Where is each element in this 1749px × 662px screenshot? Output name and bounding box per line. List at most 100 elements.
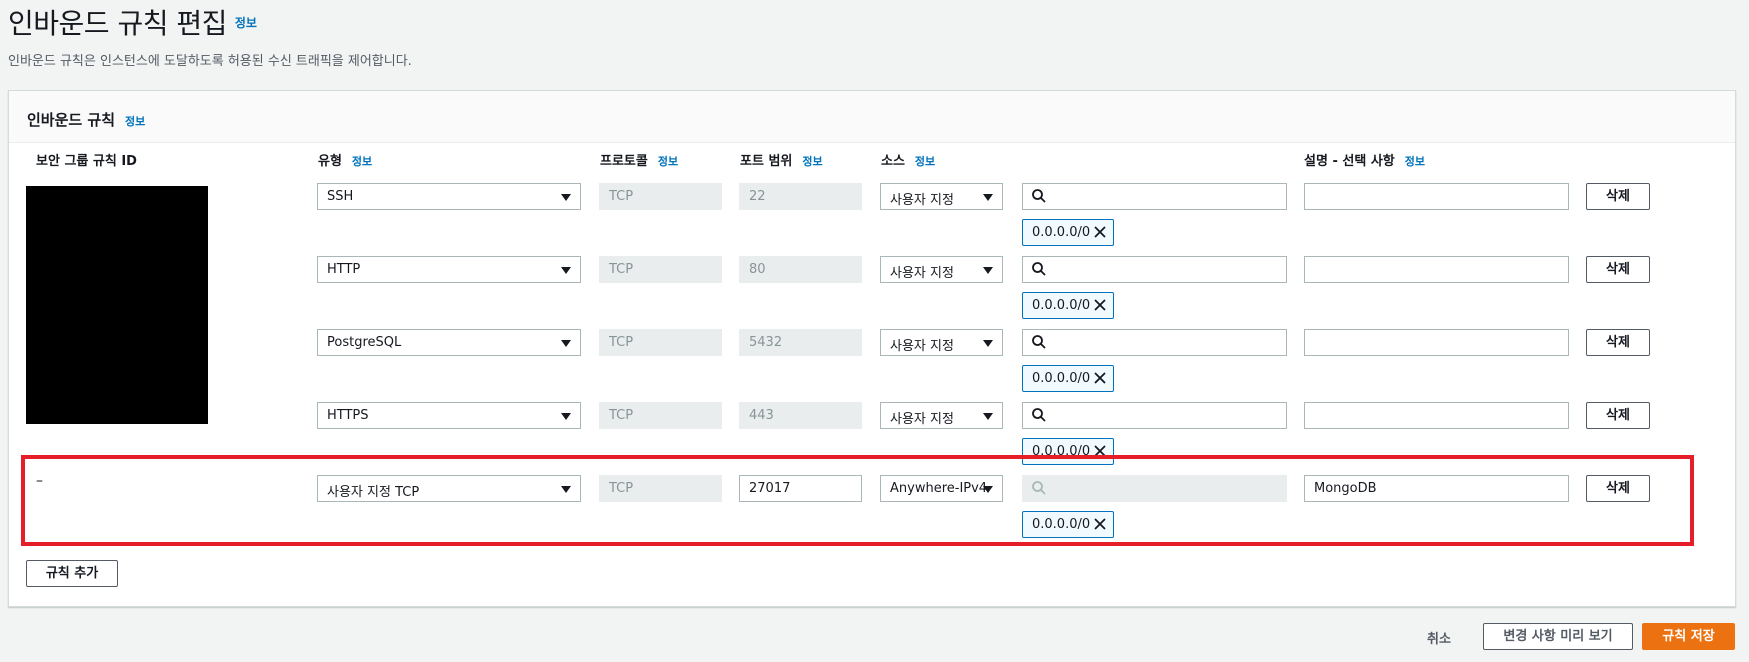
source-search-input[interactable] — [1022, 402, 1287, 429]
close-icon[interactable] — [1093, 517, 1107, 531]
port-range-input[interactable]: 27017 — [739, 475, 862, 502]
column-header-label: 프로토콜 — [600, 154, 648, 169]
caret-down-icon — [561, 340, 571, 347]
source-info-link[interactable]: 정보 — [915, 155, 935, 168]
caret-down-icon — [983, 340, 993, 347]
type-value: PostgreSQL — [327, 335, 402, 350]
save-rules-button[interactable]: 규칙 저장 — [1642, 623, 1735, 650]
caret-down-icon — [561, 194, 571, 201]
search-icon — [1032, 335, 1046, 349]
rule-row: HTTP TCP 80 사용자 지정 삭제 0.0.0.0/0 — [9, 256, 1735, 329]
cidr-token[interactable]: 0.0.0.0/0 — [1022, 292, 1114, 319]
protocol-field: TCP — [599, 475, 722, 502]
search-icon — [1032, 408, 1046, 422]
panel-title: 인바운드 규칙 정보 — [27, 109, 145, 130]
source-search-input[interactable] — [1022, 256, 1287, 283]
column-header-source: 소스 정보 — [881, 150, 935, 169]
caret-down-icon — [983, 413, 993, 420]
delete-button[interactable]: 삭제 — [1586, 256, 1650, 283]
source-type-select[interactable]: 사용자 지정 — [880, 183, 1003, 210]
source-type-value: 사용자 지정 — [890, 193, 954, 208]
search-icon — [1032, 481, 1046, 495]
caret-down-icon — [561, 413, 571, 420]
type-select[interactable]: SSH — [317, 183, 581, 210]
delete-button[interactable]: 삭제 — [1586, 329, 1650, 356]
source-type-select[interactable]: 사용자 지정 — [880, 256, 1003, 283]
column-header-label: 소스 — [881, 154, 905, 169]
source-type-value: 사용자 지정 — [890, 266, 954, 281]
delete-button[interactable]: 삭제 — [1586, 475, 1650, 502]
source-type-value: Anywhere-IPv4 — [890, 481, 988, 496]
type-select[interactable]: PostgreSQL — [317, 329, 581, 356]
protocol-field: TCP — [599, 183, 722, 210]
source-type-select[interactable]: 사용자 지정 — [880, 402, 1003, 429]
protocol-field: TCP — [599, 402, 722, 429]
caret-down-icon — [561, 267, 571, 274]
caret-down-icon — [983, 194, 993, 201]
delete-button[interactable]: 삭제 — [1586, 183, 1650, 210]
source-search-input[interactable] — [1022, 329, 1287, 356]
cancel-button[interactable]: 취소 — [1427, 628, 1451, 647]
caret-down-icon — [983, 486, 993, 493]
type-select[interactable]: HTTP — [317, 256, 581, 283]
description-input[interactable] — [1304, 402, 1569, 429]
type-select[interactable]: HTTPS — [317, 402, 581, 429]
cidr-value: 0.0.0.0/0 — [1032, 517, 1091, 532]
panel-header: 인바운드 규칙 정보 — [9, 91, 1735, 143]
caret-down-icon — [561, 486, 571, 493]
type-value: HTTP — [327, 262, 361, 277]
close-icon[interactable] — [1093, 444, 1107, 458]
cidr-token[interactable]: 0.0.0.0/0 — [1022, 365, 1114, 392]
column-header-type: 유형 정보 — [318, 150, 372, 169]
page-info-link[interactable]: 정보 — [235, 16, 257, 30]
description-info-link[interactable]: 정보 — [1405, 155, 1425, 168]
description-input[interactable] — [1304, 329, 1569, 356]
delete-button[interactable]: 삭제 — [1586, 402, 1650, 429]
panel-info-link[interactable]: 정보 — [125, 115, 145, 128]
source-type-value: 사용자 지정 — [890, 339, 954, 354]
protocol-field: TCP — [599, 329, 722, 356]
column-header-protocol: 프로토콜 정보 — [600, 150, 678, 169]
source-type-select[interactable]: Anywhere-IPv4 — [880, 475, 1003, 502]
port-info-link[interactable]: 정보 — [802, 155, 822, 168]
add-rule-button[interactable]: 규칙 추가 — [26, 560, 118, 587]
cidr-token[interactable]: 0.0.0.0/0 — [1022, 438, 1114, 465]
close-icon[interactable] — [1093, 298, 1107, 312]
cidr-value: 0.0.0.0/0 — [1032, 371, 1091, 386]
type-select[interactable]: 사용자 지정 TCP — [317, 475, 581, 502]
search-icon — [1032, 262, 1046, 276]
cidr-token[interactable]: 0.0.0.0/0 — [1022, 219, 1114, 246]
type-value: SSH — [327, 189, 354, 204]
port-range-field: 80 — [739, 256, 862, 283]
port-range-field: 22 — [739, 183, 862, 210]
column-header-label: 보안 그룹 규칙 ID — [36, 154, 137, 169]
protocol-info-link[interactable]: 정보 — [658, 155, 678, 168]
description-input[interactable] — [1304, 183, 1569, 210]
rule-row: HTTPS TCP 443 사용자 지정 삭제 0.0.0.0/0 — [9, 402, 1735, 475]
rule-row: SSH TCP 22 사용자 지정 삭제 0.0.0.0/0 — [9, 183, 1735, 256]
source-search-input — [1022, 475, 1287, 502]
caret-down-icon — [983, 267, 993, 274]
column-header-label: 유형 — [318, 154, 342, 169]
port-range-field: 5432 — [739, 329, 862, 356]
description-input[interactable] — [1304, 256, 1569, 283]
description-input[interactable]: MongoDB — [1304, 475, 1569, 502]
close-icon[interactable] — [1093, 371, 1107, 385]
search-icon — [1032, 189, 1046, 203]
cidr-value: 0.0.0.0/0 — [1032, 444, 1091, 459]
column-header-label: 설명 - 선택 사항 — [1304, 154, 1395, 169]
type-info-link[interactable]: 정보 — [352, 155, 372, 168]
port-range-field: 443 — [739, 402, 862, 429]
panel-title-text: 인바운드 규칙 — [27, 111, 116, 129]
preview-changes-button[interactable]: 변경 사항 미리 보기 — [1483, 623, 1633, 650]
column-header-label: 포트 범위 — [740, 154, 793, 169]
cidr-token[interactable]: 0.0.0.0/0 — [1022, 511, 1114, 538]
source-search-input[interactable] — [1022, 183, 1287, 210]
rule-row: PostgreSQL TCP 5432 사용자 지정 삭제 0.0.0.0/0 — [9, 329, 1735, 402]
source-type-select[interactable]: 사용자 지정 — [880, 329, 1003, 356]
page-title-text: 인바운드 규칙 편집 — [8, 7, 227, 40]
column-header-rule-id: 보안 그룹 규칙 ID — [36, 150, 137, 169]
close-icon[interactable] — [1093, 225, 1107, 239]
protocol-field: TCP — [599, 256, 722, 283]
source-type-value: 사용자 지정 — [890, 412, 954, 427]
